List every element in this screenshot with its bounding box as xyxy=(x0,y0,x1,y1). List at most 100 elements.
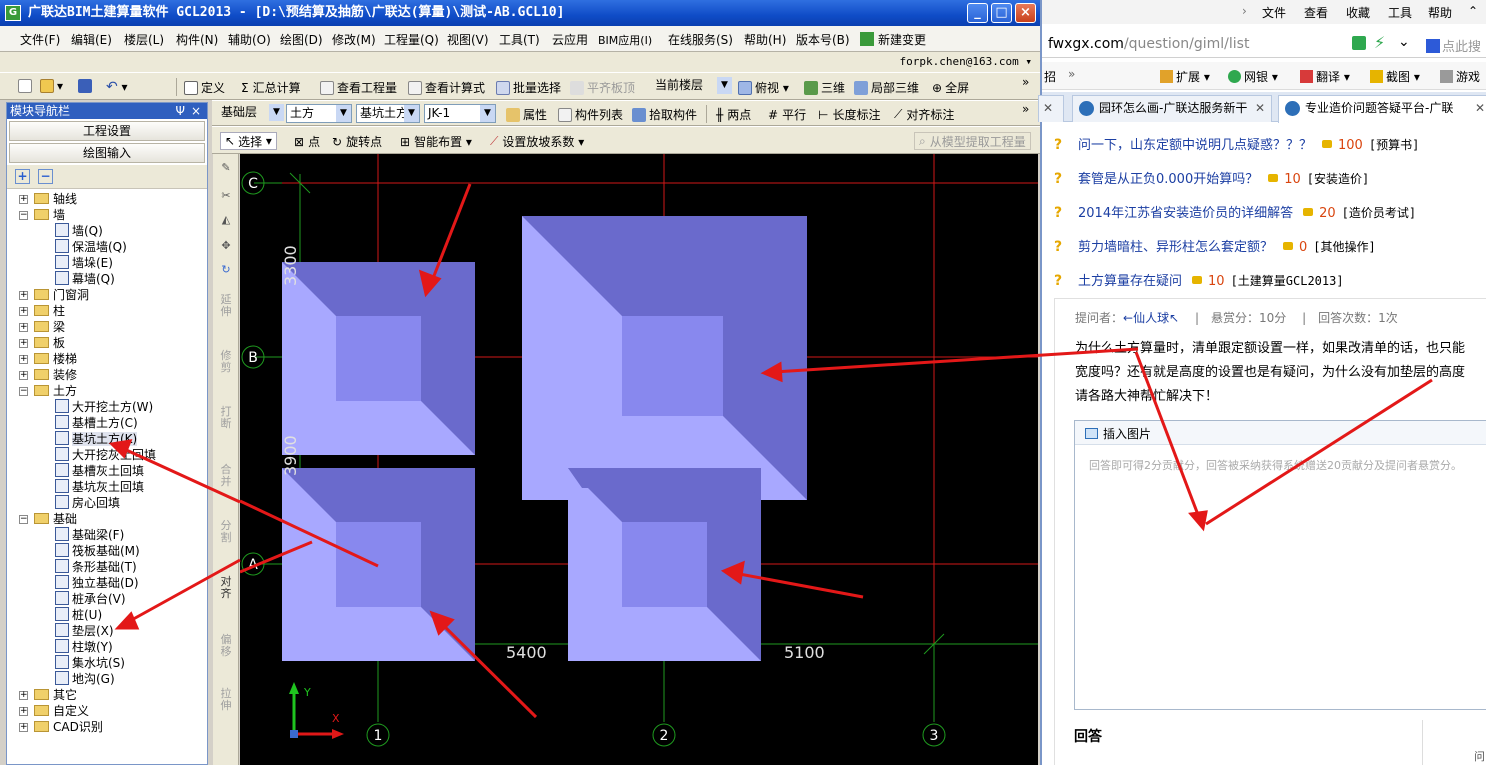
chevron-down-icon[interactable]: ⌄ xyxy=(1398,34,1410,50)
menu-draw[interactable]: 绘图(D) xyxy=(280,31,323,48)
menu-modify[interactable]: 修改(M) xyxy=(332,31,376,48)
question-category[interactable]: [造价员考试] xyxy=(1342,206,1416,220)
menu-version[interactable]: 版本号(B) xyxy=(796,31,850,48)
vertical-tool-2[interactable]: 打断 xyxy=(220,406,232,430)
rotate-point-button[interactable]: ↻ 旋转点 xyxy=(332,133,382,150)
vertical-tool-3[interactable]: 合并 xyxy=(220,464,232,488)
tree-leaf[interactable]: 桩(U) xyxy=(55,607,102,623)
question-item[interactable]: ? 套管是从正负0.000开始算吗？ 10 [安装造价] xyxy=(1054,168,1369,190)
mirror-icon[interactable]: ◭ xyxy=(220,214,232,226)
foundation-pit-1[interactable] xyxy=(282,262,475,455)
close-icon[interactable]: ✕ xyxy=(1475,96,1485,121)
extract-quantity-button[interactable]: ⌕ 从模型提取工程量 xyxy=(914,132,1031,150)
asker-name[interactable]: ←仙人球↖ xyxy=(1123,311,1179,325)
menu-bim[interactable]: BIM应用(I) xyxy=(598,32,652,48)
tree-leaf[interactable]: 基坑土方(K) xyxy=(55,431,138,447)
toolbar-overflow-icon[interactable]: » xyxy=(1022,102,1029,116)
expand-icon[interactable]: + xyxy=(19,291,28,300)
property-button[interactable]: 属性 xyxy=(506,106,547,123)
answer-textarea[interactable]: 回答即可得2分贡献分，回答被采纳获得系统赠送20贡献分及提问者悬赏分。 xyxy=(1089,457,1485,473)
question-item[interactable]: ? 土方算量存在疑问 10 [土建算量GCL2013] xyxy=(1054,270,1344,292)
question-title[interactable]: 剪力墙暗柱、异形柱怎么套定额？ xyxy=(1078,240,1273,255)
move-icon[interactable]: ✥ xyxy=(220,240,232,252)
close-icon[interactable]: × xyxy=(191,103,201,119)
tree-leaf[interactable]: 条形基础(T) xyxy=(55,559,137,575)
menu-edit[interactable]: 编辑(E) xyxy=(71,31,112,48)
sum-calc-button[interactable]: Σ 汇总计算 xyxy=(241,79,301,96)
answer-editor[interactable]: 插入图片 回答即可得2分贡献分，回答被采纳获得系统赠送20贡献分及提问者悬赏分。 xyxy=(1074,420,1486,710)
address-bar[interactable]: fwxgx.com/question/giml/list ⚡ ⌄ 点此搜 xyxy=(1042,30,1486,58)
expand-icon[interactable]: + xyxy=(19,323,28,332)
menu-quantity[interactable]: 工程量(Q) xyxy=(384,31,439,48)
expand-all-icon[interactable]: + xyxy=(15,169,30,184)
component-list-button[interactable]: 构件列表 xyxy=(558,106,623,123)
menu-new-change[interactable]: 新建变更 xyxy=(860,31,926,48)
tree-leaf[interactable]: 幕墙(Q) xyxy=(55,271,115,287)
tree-leaf[interactable]: 基础梁(F) xyxy=(55,527,124,543)
browser-menu-tools[interactable]: 工具 xyxy=(1388,4,1412,21)
lightning-icon[interactable]: ⚡ xyxy=(1374,33,1385,52)
url-field[interactable]: fwxgx.com/question/giml/list xyxy=(1048,36,1249,52)
view-formula-button[interactable]: 查看计算式 xyxy=(408,79,485,96)
fav-screenshot[interactable]: 截图 ▾ xyxy=(1370,68,1420,85)
fav-overflow-icon[interactable]: » xyxy=(1068,67,1075,81)
flush-slab-button[interactable]: 平齐板顶 xyxy=(570,79,635,96)
foundation-pit-3[interactable] xyxy=(282,468,475,661)
insert-image-button[interactable]: 插入图片 xyxy=(1085,425,1151,442)
two-point-button[interactable]: ╫ 两点 xyxy=(716,106,751,123)
toolbar-overflow-icon[interactable]: » xyxy=(1022,75,1029,89)
tree-leaf[interactable]: 筏板基础(M) xyxy=(55,543,140,559)
menu-tools[interactable]: 工具(T) xyxy=(499,31,540,48)
vertical-tool-0[interactable]: 延伸 xyxy=(220,294,232,318)
question-category[interactable]: [安装造价] xyxy=(1307,172,1369,186)
question-item[interactable]: ? 剪力墙暗柱、异形柱怎么套定额？ 0 [其他操作] xyxy=(1054,236,1376,258)
local-3d-button[interactable]: 局部三维 xyxy=(854,79,919,96)
select-button[interactable]: ↖ 选择 ▾ xyxy=(220,132,277,150)
vertical-tool-1[interactable]: 修剪 xyxy=(220,350,232,374)
slope-factor-button[interactable]: ⟋ 设置放坡系数 ▾ xyxy=(490,133,584,150)
tree-leaf[interactable]: 大开挖灰土回填 xyxy=(55,447,156,463)
minimize-button[interactable]: _ xyxy=(967,3,988,23)
tree-leaf[interactable]: 墙垛(E) xyxy=(55,255,113,271)
question-title[interactable]: 套管是从正负0.000开始算吗？ xyxy=(1078,172,1258,187)
fav-games[interactable]: 游戏 xyxy=(1440,68,1480,85)
align-dim-button[interactable]: ⟋ 对齐标注 xyxy=(894,106,954,123)
save-icon[interactable] xyxy=(78,79,95,93)
type-select[interactable]: 土方 ▼ xyxy=(286,104,352,123)
menu-file[interactable]: 文件(F) xyxy=(20,31,60,48)
tab-partial[interactable]: ✕ xyxy=(1038,95,1064,122)
expand-icon[interactable]: + xyxy=(19,371,28,380)
define-button[interactable]: 定义 xyxy=(184,79,225,96)
open-folder-icon[interactable]: ▾ xyxy=(40,79,63,93)
fav-netbank[interactable]: 网银 ▾ xyxy=(1228,68,1278,85)
collapse-icon[interactable]: ⌃ xyxy=(1468,4,1478,18)
tree-leaf[interactable]: 柱墩(Y) xyxy=(55,639,113,655)
pick-component-button[interactable]: 拾取构件 xyxy=(632,106,697,123)
close-icon[interactable]: ✕ xyxy=(1255,96,1265,121)
batch-select-button[interactable]: 批量选择 xyxy=(496,79,561,96)
floor-select[interactable]: 当前楼层 ▼ xyxy=(652,77,732,96)
fav-extension[interactable]: 扩展 ▾ xyxy=(1160,68,1210,85)
tree-leaf[interactable]: 基槽灰土回填 xyxy=(55,463,144,479)
tree-leaf[interactable]: 保温墙(Q) xyxy=(55,239,127,255)
menu-floor[interactable]: 楼层(L) xyxy=(124,31,164,48)
menu-online[interactable]: 在线服务(S) xyxy=(668,31,733,48)
expand-icon[interactable]: + xyxy=(19,723,28,732)
menu-cloud[interactable]: 云应用 xyxy=(552,31,588,48)
menu-assist[interactable]: 辅助(O) xyxy=(228,31,271,48)
collapse-icon[interactable]: − xyxy=(19,515,28,524)
vertical-tool-6[interactable]: 偏移 xyxy=(220,634,232,658)
user-email[interactable]: forpk.chen@163.com ▾ xyxy=(900,55,1032,68)
three-d-button[interactable]: 三维 xyxy=(804,79,845,96)
collapse-icon[interactable]: − xyxy=(19,211,28,220)
pin-icon[interactable]: Ψ xyxy=(176,103,185,119)
project-settings-button[interactable]: 工程设置 xyxy=(9,121,205,141)
tree-leaf[interactable]: 基坑灰土回填 xyxy=(55,479,144,495)
scissors-icon[interactable]: ✂ xyxy=(220,190,232,202)
maximize-button[interactable]: □ xyxy=(991,3,1012,23)
tree-leaf[interactable]: 地沟(G) xyxy=(55,671,115,687)
question-title[interactable]: 问一下，山东定额中说明几点疑惑？？？ xyxy=(1078,138,1312,153)
tree-leaf[interactable]: 垫层(X) xyxy=(55,623,114,639)
question-category[interactable]: [其他操作] xyxy=(1313,240,1375,254)
smart-place-button[interactable]: ⊞ 智能布置 ▾ xyxy=(400,133,472,150)
